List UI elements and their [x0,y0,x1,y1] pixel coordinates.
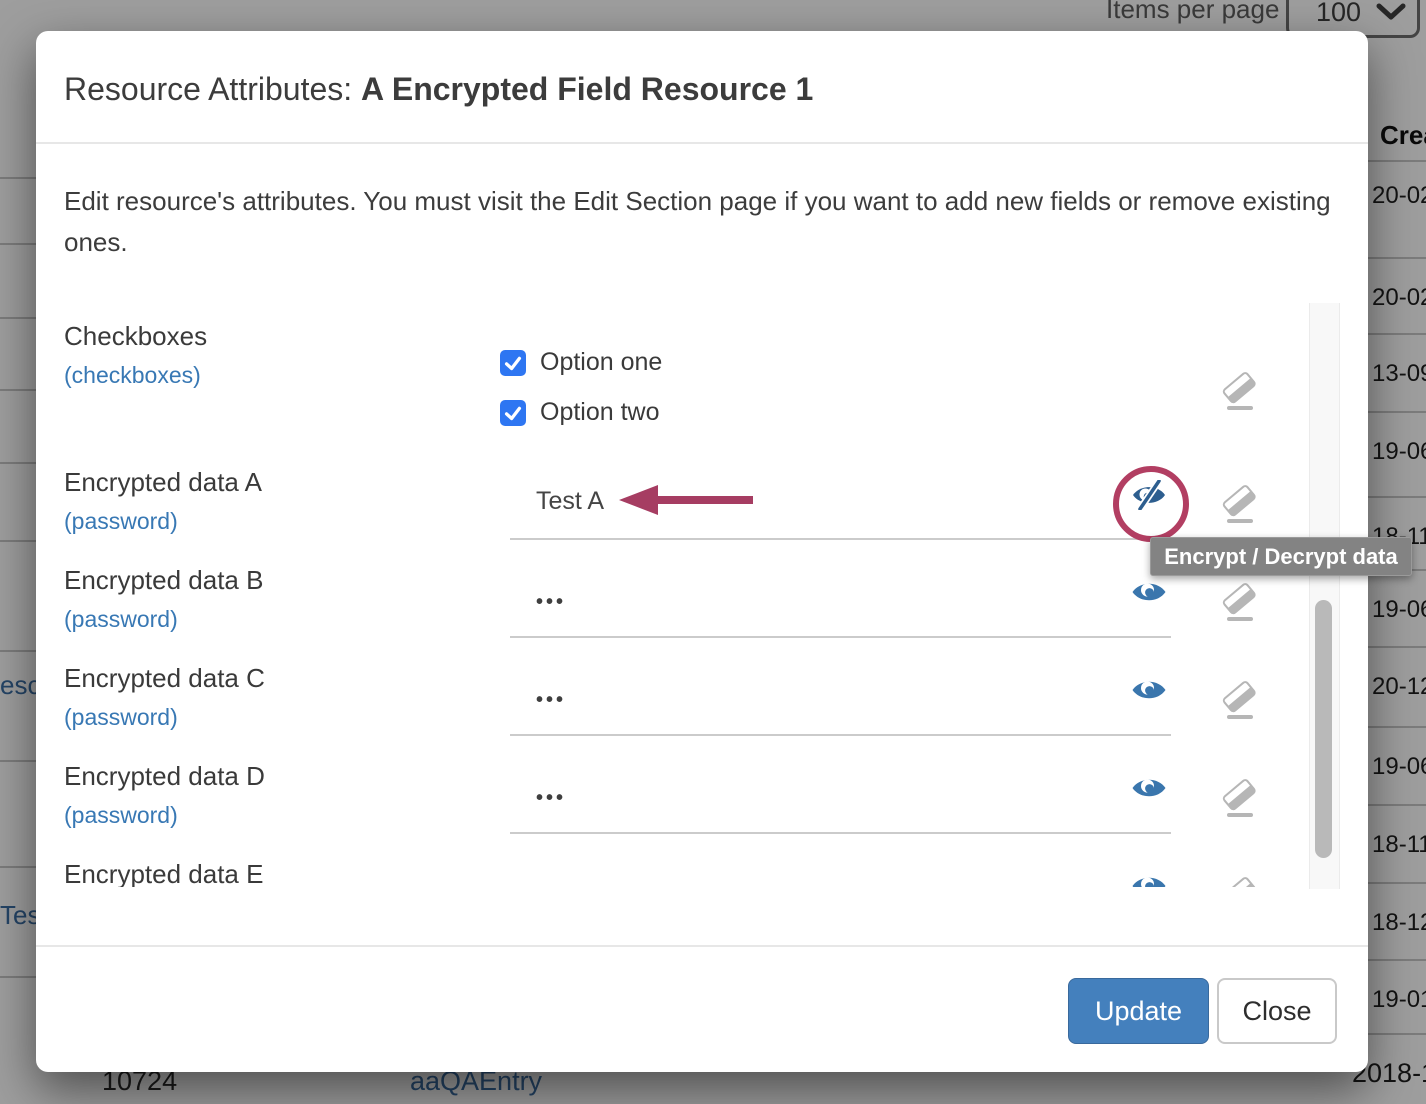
checkbox-label: Option one [540,348,662,377]
eraser-icon[interactable] [1220,678,1260,722]
eye-icon[interactable] [1131,676,1167,706]
field-type-link[interactable]: (password) [64,606,178,633]
field-label: Encrypted data E [64,859,263,887]
checkbox-label: Option two [540,398,660,427]
input-value-masked: ••• [536,787,566,810]
screen: Items per page 100 Crea 20-02 20-02 13-0… [0,0,1426,1104]
checkbox-option-two[interactable]: Option two [500,398,660,427]
field-type-link[interactable]: (password) [64,508,178,535]
input-value: Test A [536,487,604,516]
field-label: Encrypted data D [64,761,265,792]
close-button[interactable]: Close [1217,978,1337,1044]
encrypt-decrypt-tooltip: Encrypt / Decrypt data [1150,537,1412,576]
field-row-checkboxes: Checkboxes (checkboxes) Option one Optio… [36,321,1368,441]
field-label: Checkboxes [64,321,207,352]
field-label: Encrypted data B [64,565,263,596]
modal-title-prefix: Resource Attributes: [64,71,361,107]
header-divider [36,142,1368,144]
field-label: Encrypted data C [64,663,265,694]
eraser-icon[interactable] [1220,369,1260,413]
field-label: Encrypted data A [64,467,262,498]
eraser-icon[interactable] [1220,874,1260,887]
scrollbar-thumb[interactable] [1315,600,1332,858]
annotation-arrow-icon [616,482,756,523]
checkbox-checked-icon[interactable] [500,400,526,426]
input-value-masked: ••• [536,591,566,614]
modal-title: Resource Attributes: A Encrypted Field R… [64,71,813,108]
field-type-link[interactable]: (password) [64,802,178,829]
field-row-encrypted-e: Encrypted data E [36,859,1368,887]
input-value-masked: ••• [536,689,566,712]
field-type-link[interactable]: (password) [64,704,178,731]
encrypted-data-input[interactable]: Test A [510,479,1171,540]
eye-icon[interactable] [1131,578,1167,608]
eye-icon[interactable] [1131,774,1167,804]
modal-description: Edit resource's attributes. You must vis… [64,181,1344,263]
encrypted-data-input[interactable]: ••• [510,773,1171,834]
eye-icon[interactable] [1131,872,1167,887]
field-type-link[interactable]: (checkboxes) [64,362,201,389]
modal-title-resource-name: A Encrypted Field Resource 1 [361,71,813,107]
eraser-icon[interactable] [1220,776,1260,820]
checkbox-option-one[interactable]: Option one [500,348,662,377]
eraser-icon[interactable] [1220,482,1260,526]
checkbox-checked-icon[interactable] [500,350,526,376]
fields-scroll-area: Checkboxes (checkboxes) Option one Optio… [36,305,1368,887]
annotation-circle [1113,466,1189,542]
update-button[interactable]: Update [1068,978,1209,1044]
eraser-icon[interactable] [1220,580,1260,624]
encrypted-data-input[interactable]: ••• [510,577,1171,638]
footer-divider [36,945,1368,947]
encrypted-data-input[interactable]: ••• [510,675,1171,736]
